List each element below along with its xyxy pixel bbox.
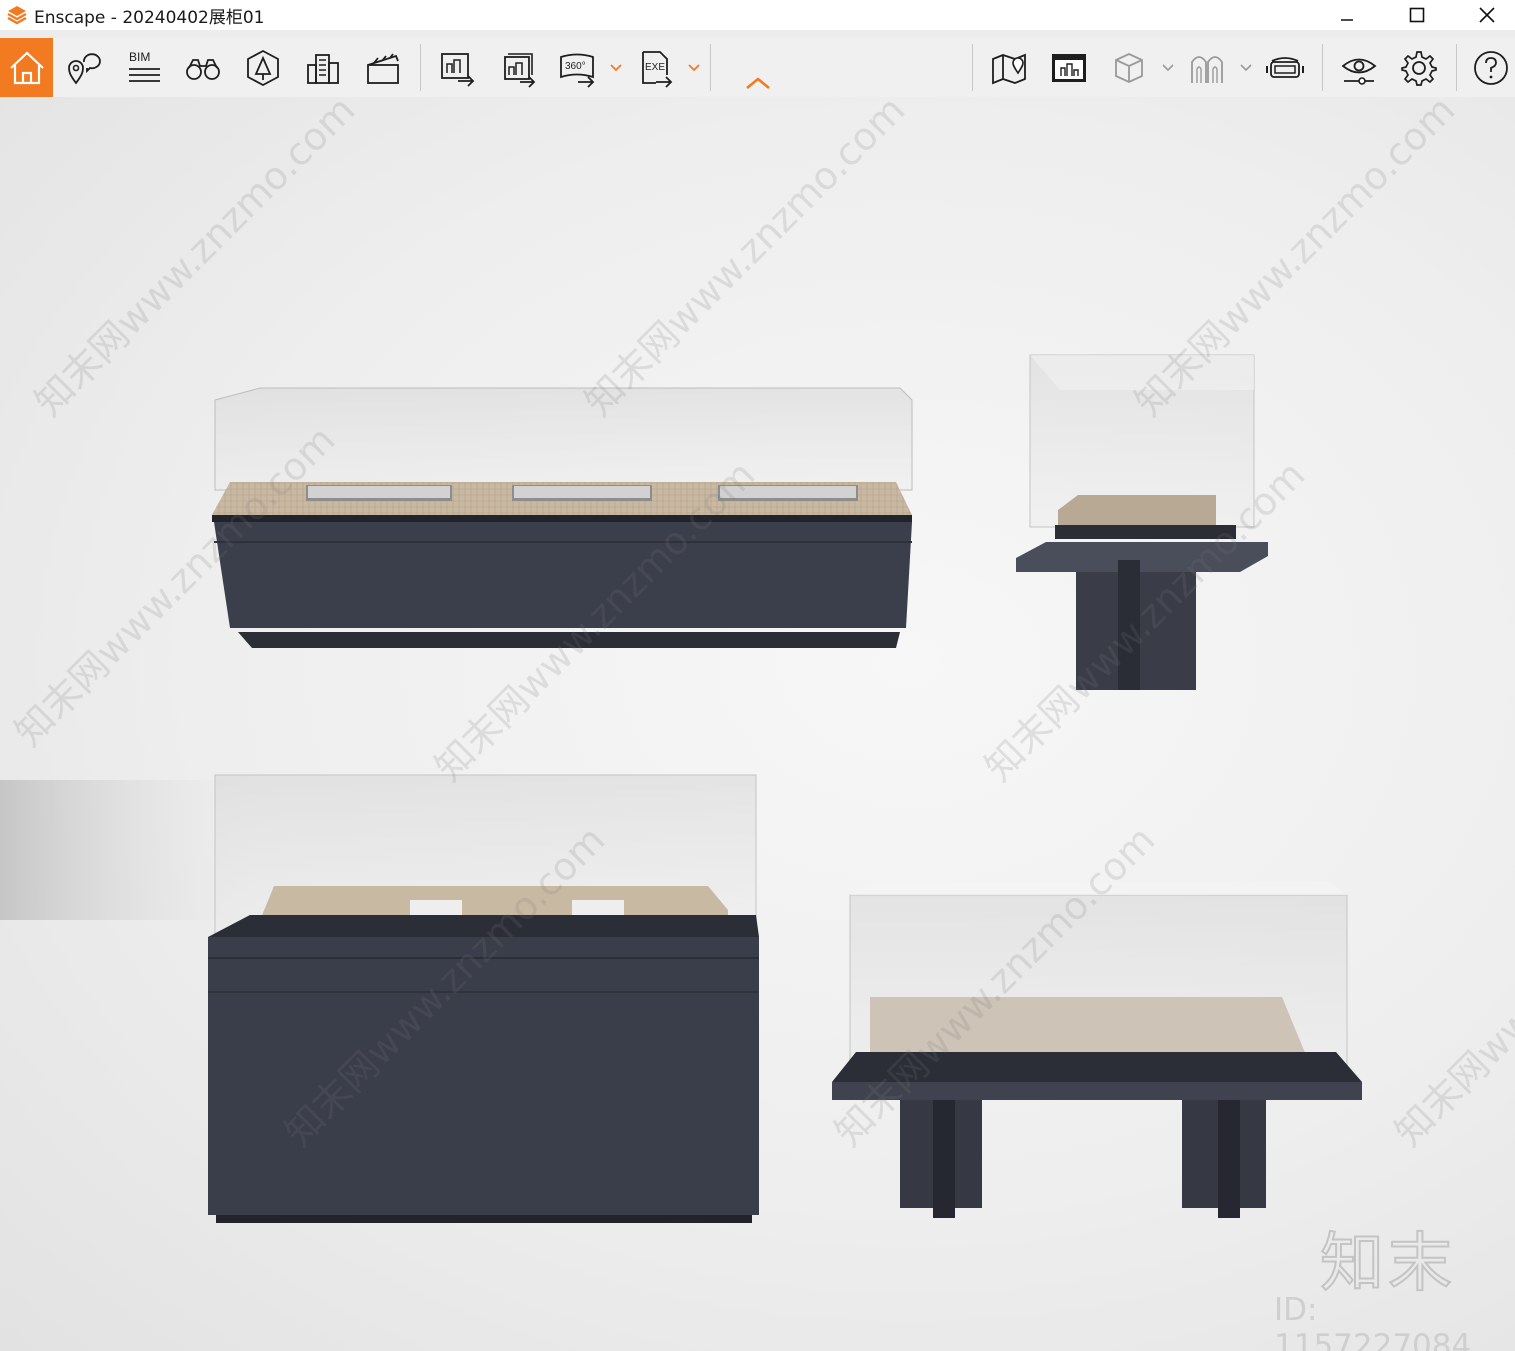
- vr-headset-button[interactable]: [1258, 38, 1312, 97]
- export-exe-icon: EXE: [642, 50, 673, 88]
- location-pin-icon: [68, 52, 101, 85]
- toolbar-separator: [1322, 44, 1323, 91]
- batch-render-button[interactable]: [490, 38, 544, 97]
- site-context-button[interactable]: [296, 38, 350, 97]
- chevron-down-icon: [610, 64, 622, 72]
- panorama-button[interactable]: 360°: [550, 38, 604, 97]
- home-icon: [9, 50, 44, 84]
- cube-icon: [1115, 52, 1143, 83]
- display-case-table: [832, 882, 1362, 1218]
- video-editor-button[interactable]: [356, 38, 410, 97]
- svg-text:360°: 360°: [565, 61, 586, 72]
- brand-logo: 知末: [1319, 1226, 1456, 1302]
- gear-icon: [1401, 50, 1437, 86]
- svg-text:EXE: EXE: [645, 62, 665, 73]
- toolbar-separator: [420, 44, 421, 91]
- batch-render-icon: [504, 52, 536, 88]
- collapse-toolbar-button[interactable]: [740, 72, 776, 94]
- display-case-long: [212, 387, 913, 648]
- views-button[interactable]: [56, 38, 110, 97]
- visual-settings-button[interactable]: [1332, 38, 1386, 97]
- map-button[interactable]: [982, 38, 1036, 97]
- settings-button[interactable]: [1392, 38, 1446, 97]
- home-button[interactable]: [0, 38, 53, 97]
- maximize-button[interactable]: [1382, 0, 1452, 30]
- toolbar-separator: [972, 44, 973, 91]
- svg-text:BIM: BIM: [129, 50, 150, 64]
- panorama-360-icon: 360°: [560, 53, 595, 88]
- walk-mode-button[interactable]: [176, 38, 230, 97]
- binoculars-icon: [186, 58, 220, 80]
- chevron-down-icon: [1162, 64, 1174, 72]
- enscape-logo-icon: [7, 6, 27, 25]
- render-viewport[interactable]: 知末网www.znzmo.com 知末网www.znzmo.com 知末网www…: [0, 97, 1515, 1351]
- chevron-down-icon: [688, 64, 700, 72]
- capture-mode-dropdown[interactable]: [1161, 58, 1175, 78]
- bim-icon: BIM: [129, 50, 160, 82]
- chevron-down-icon: [1240, 64, 1252, 72]
- minimize-icon: [1341, 19, 1353, 21]
- window-title: Enscape - 20240402展柜01: [34, 7, 265, 28]
- scene-render: [0, 354, 1362, 1223]
- toolbar-separator: [710, 44, 711, 91]
- panorama-dropdown[interactable]: [609, 58, 623, 78]
- chevron-up-icon: [746, 77, 770, 90]
- toolbar-separator: [1456, 44, 1457, 91]
- asset-library-icon: [247, 49, 279, 86]
- vr-headset-icon: [1266, 56, 1304, 78]
- display-case-tall-cabinet: [208, 774, 759, 1223]
- help-button[interactable]: [1464, 38, 1515, 97]
- arches-icon: [1191, 55, 1223, 83]
- display-case-pedestal: [1016, 354, 1268, 690]
- maximize-icon: [1409, 7, 1425, 23]
- stereo-view-dropdown[interactable]: [1239, 58, 1253, 78]
- eye-settings-icon: [1341, 58, 1377, 85]
- render-image-icon: [441, 52, 475, 87]
- title-bar: Enscape - 20240402展柜01: [0, 0, 1515, 30]
- image-id-label: ID: 1157227084: [1274, 1292, 1472, 1351]
- minimize-button[interactable]: [1312, 0, 1382, 30]
- asset-library-button[interactable]: [236, 38, 290, 97]
- render-image-button[interactable]: [430, 38, 484, 97]
- export-dropdown[interactable]: [687, 58, 701, 78]
- map-icon: [992, 53, 1026, 84]
- clapperboard-icon: [367, 52, 399, 84]
- capture-mode-button[interactable]: [1102, 38, 1156, 97]
- close-button[interactable]: [1452, 0, 1515, 30]
- buildings-icon: [307, 53, 339, 84]
- enscape-toolbar: BIM 360° EXE: [0, 38, 1515, 97]
- export-exe-button[interactable]: EXE: [628, 38, 682, 97]
- viewport-preview-button[interactable]: [1042, 38, 1096, 97]
- window-preview-icon: [1052, 53, 1086, 82]
- close-icon: [1479, 7, 1495, 23]
- help-icon: [1474, 50, 1508, 85]
- bim-button[interactable]: BIM: [116, 38, 170, 97]
- stereo-view-button[interactable]: [1180, 38, 1234, 97]
